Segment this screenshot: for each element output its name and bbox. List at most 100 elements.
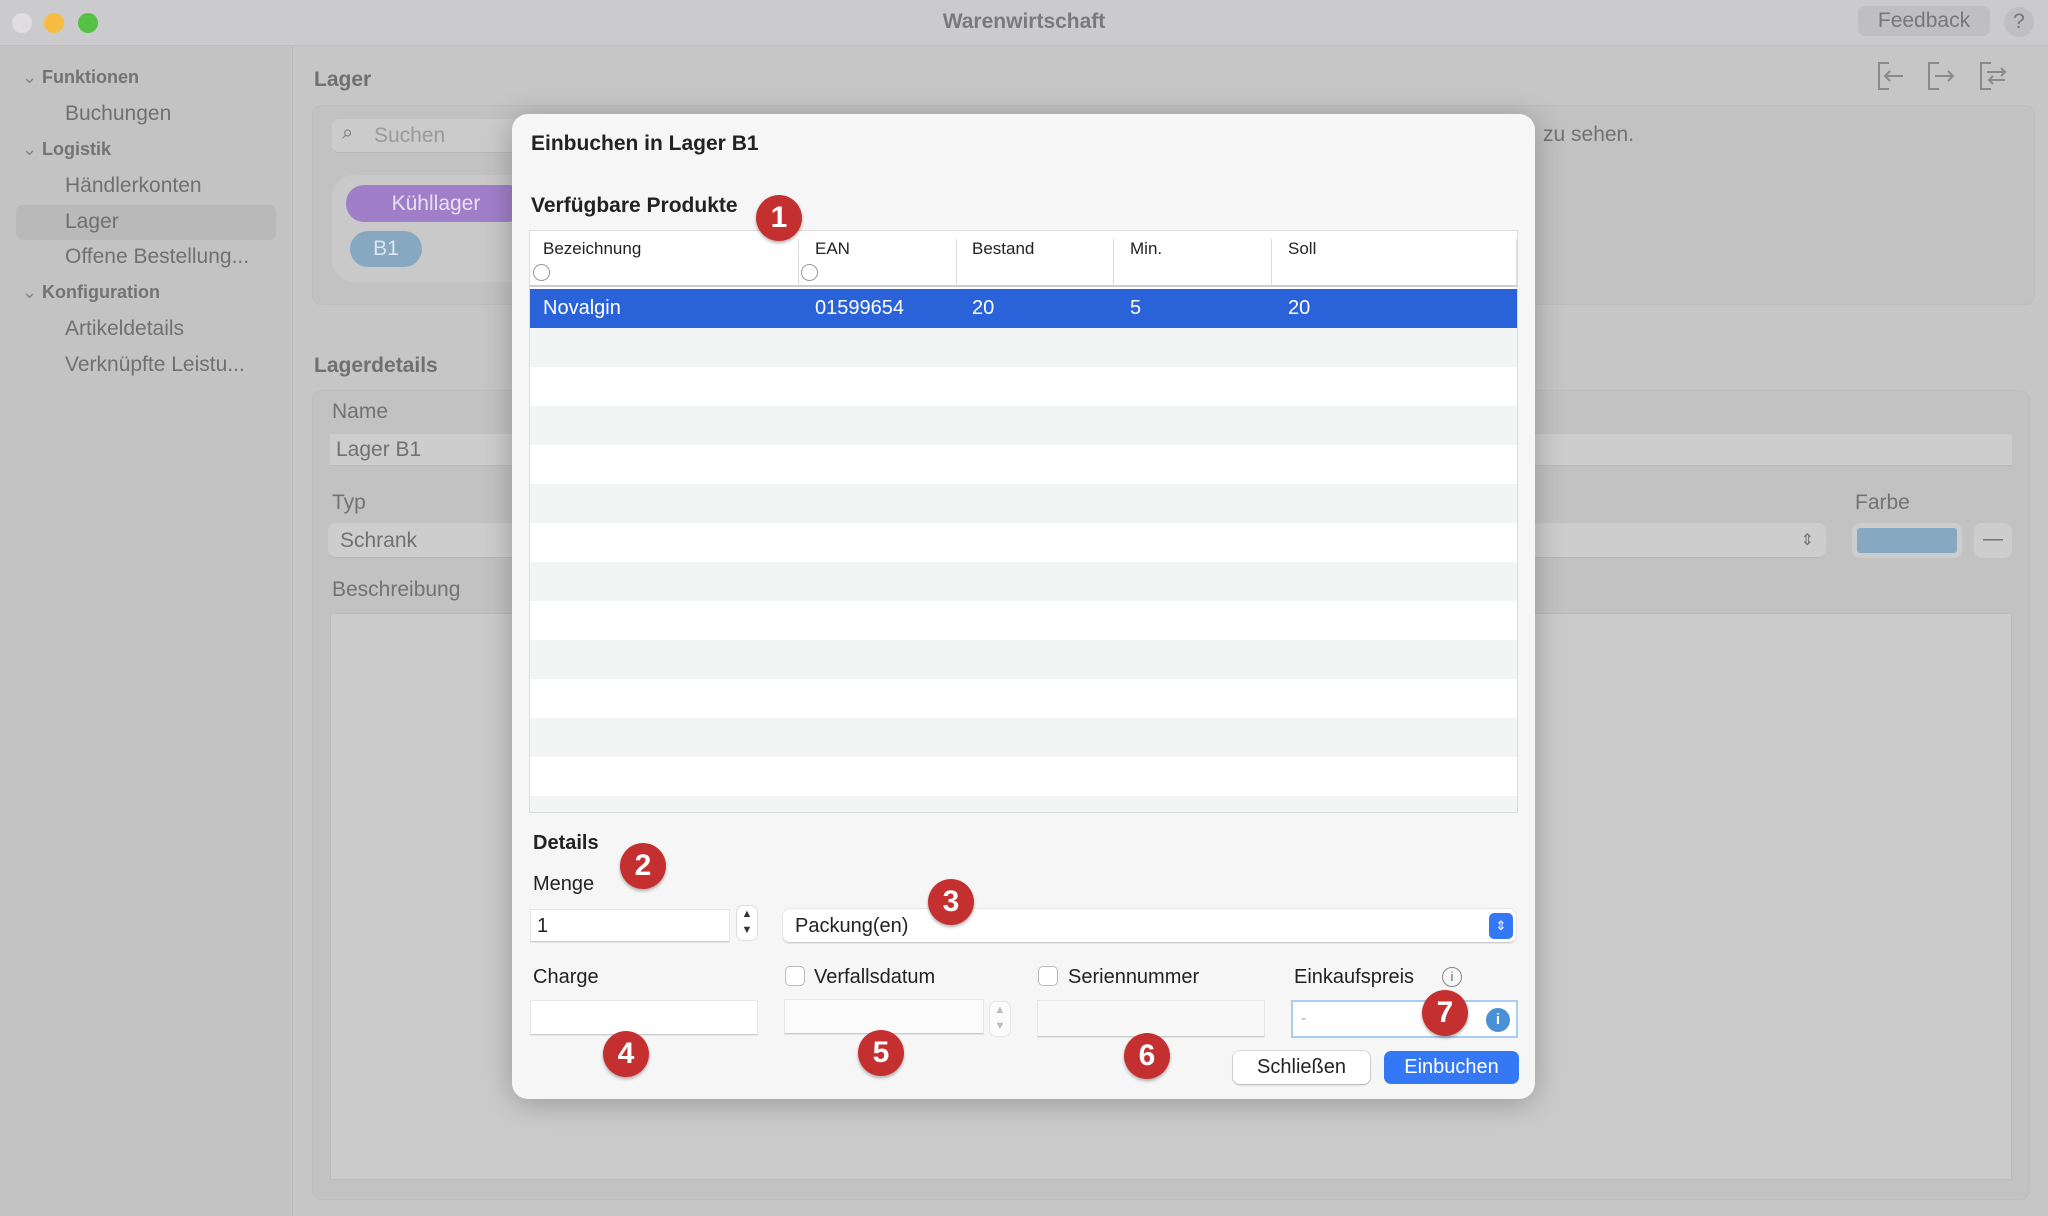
- cell-ean: 01599654: [815, 297, 904, 319]
- sidebar: ⌄ Funktionen Buchungen ⌄ Logistik Händlerk…: [0, 46, 293, 1216]
- sidebar-item-offene-bestellungen[interactable]: Offene Bestellung...: [65, 245, 249, 269]
- einbuchen-dialog: Einbuchen in Lager B1 Verfügbare Produkt…: [512, 114, 1535, 1099]
- submit-button[interactable]: Einbuchen: [1384, 1051, 1519, 1084]
- color-well[interactable]: [1852, 523, 1962, 558]
- table-row-empty: [530, 406, 1517, 445]
- storage-pill-b1[interactable]: B1: [350, 231, 422, 267]
- quantity-input[interactable]: 1: [531, 910, 729, 942]
- annotation-badge-7: 7: [1422, 990, 1468, 1036]
- help-button[interactable]: ?: [2004, 7, 2034, 37]
- chevron-down-icon: ⌄: [22, 67, 38, 87]
- annotation-badge-5: 5: [858, 1030, 904, 1076]
- expiry-date-stepper: ▲ ▼: [990, 1002, 1010, 1036]
- info-icon[interactable]: i: [1442, 967, 1462, 987]
- sidebar-section-logistik[interactable]: ⌄ Logistik: [22, 139, 111, 160]
- search-placeholder: Suchen: [374, 124, 446, 147]
- chevron-down-icon: ⌄: [22, 139, 38, 159]
- annotation-badge-2: 2: [620, 843, 666, 889]
- annotation-badge-3: 3: [928, 879, 974, 925]
- details-title: Lagerdetails: [314, 354, 438, 377]
- export-icon[interactable]: [1928, 62, 1955, 90]
- unit-select[interactable]: Packung(en) ⇕: [783, 909, 1516, 943]
- unit-value: Packung(en): [795, 915, 909, 937]
- table-row-empty: [530, 757, 1517, 796]
- import-icon[interactable]: [1878, 62, 1903, 90]
- column-header-ean[interactable]: EAN: [815, 239, 850, 259]
- close-button[interactable]: Schließen: [1233, 1051, 1370, 1084]
- column-header-min[interactable]: Min.: [1130, 239, 1162, 259]
- table-row-empty: [530, 562, 1517, 601]
- column-header-bestand[interactable]: Bestand: [972, 239, 1034, 259]
- table-row-empty: [530, 523, 1517, 562]
- cell-min: 5: [1130, 297, 1142, 319]
- sidebar-item-artikeldetails[interactable]: Artikeldetails: [65, 317, 184, 341]
- sidebar-section-funktionen[interactable]: ⌄ Funktionen: [22, 67, 139, 88]
- toolbar-icons: [1878, 62, 2007, 90]
- cell-bezeichnung: Novalgin: [543, 297, 621, 319]
- column-divider: [1271, 239, 1272, 285]
- section-label: Funktionen: [42, 67, 139, 87]
- column-header-soll[interactable]: Soll: [1288, 239, 1316, 259]
- group-pill-kuehllager[interactable]: Kühllager: [346, 185, 526, 222]
- table-row-empty: [530, 445, 1517, 484]
- expiry-date-input: [785, 1000, 983, 1034]
- type-label: Typ: [332, 491, 366, 514]
- color-label: Farbe: [1855, 491, 1910, 514]
- serial-input: [1038, 1001, 1264, 1037]
- table-row-empty: [530, 367, 1517, 406]
- serial-label: Seriennummer: [1068, 966, 1200, 988]
- quantity-stepper[interactable]: ▲ ▼: [737, 906, 757, 940]
- details-heading: Details: [533, 832, 599, 854]
- chevron-updown-icon: ⇕: [1800, 532, 1814, 549]
- column-divider: [798, 239, 799, 285]
- dialog-title: Einbuchen in Lager B1: [531, 132, 759, 155]
- chevron-down-icon: ⌄: [22, 282, 38, 302]
- batch-label: Charge: [533, 966, 599, 988]
- expiry-label: Verfallsdatum: [814, 966, 936, 988]
- quantity-label: Menge: [533, 873, 595, 895]
- main-title: Lager: [314, 68, 372, 91]
- price-placeholder: -: [1301, 1010, 1307, 1027]
- batch-input[interactable]: [531, 1001, 757, 1035]
- annotation-badge-4: 4: [603, 1031, 649, 1077]
- products-title: Verfügbare Produkte: [531, 194, 738, 217]
- annotation-badge-1: 1: [756, 195, 802, 241]
- filter-radio-ean[interactable]: [801, 264, 818, 281]
- hint-text: zu sehen.: [1543, 123, 1635, 146]
- products-table: Bezeichnung EAN Bestand Min. Soll Novalg…: [529, 230, 1518, 813]
- table-row-empty: [530, 601, 1517, 640]
- table-row-empty: [530, 640, 1517, 679]
- column-divider: [956, 239, 957, 285]
- table-row-empty: [530, 718, 1517, 757]
- price-input[interactable]: - i: [1291, 1000, 1518, 1038]
- table-row-empty: [530, 679, 1517, 718]
- column-divider: [1516, 239, 1517, 285]
- search-input[interactable]: ⌕ Suchen: [332, 119, 532, 153]
- sidebar-item-haendlerkonten[interactable]: Händlerkonten: [65, 174, 202, 198]
- filter-radio-bezeichnung[interactable]: [533, 264, 550, 281]
- table-body: Novalgin 01599654 20 5 20: [530, 289, 1517, 812]
- table-row-empty: [530, 328, 1517, 367]
- chevron-updown-icon: ⇕: [1489, 913, 1513, 939]
- name-label: Name: [332, 400, 389, 423]
- cell-soll: 20: [1288, 297, 1311, 319]
- table-row-selected[interactable]: Novalgin 01599654 20 5 20: [530, 289, 1517, 328]
- table-row-empty: [530, 796, 1517, 812]
- table-header: Bezeichnung EAN Bestand Min. Soll: [530, 231, 1517, 287]
- sidebar-item-verknuepfte-leistungen[interactable]: Verknüpfte Leistu...: [65, 353, 245, 377]
- column-divider: [1113, 239, 1114, 285]
- column-header-bezeichnung[interactable]: Bezeichnung: [543, 239, 641, 259]
- expiry-checkbox[interactable]: [785, 966, 805, 986]
- sidebar-section-konfiguration[interactable]: ⌄ Konfiguration: [22, 282, 160, 303]
- sidebar-item-lager[interactable]: Lager: [65, 210, 119, 234]
- feedback-button[interactable]: Feedback: [1858, 6, 1990, 36]
- window-title: Warenwirtschaft: [942, 10, 1106, 33]
- color-swatch: [1857, 528, 1957, 553]
- transfer-icon[interactable]: [1980, 62, 2007, 90]
- remove-button[interactable]: —: [1974, 523, 2012, 558]
- info-icon[interactable]: i: [1486, 1008, 1510, 1032]
- serial-checkbox[interactable]: [1038, 966, 1058, 986]
- sidebar-selection-highlight: [16, 205, 276, 240]
- sidebar-item-buchungen[interactable]: Buchungen: [65, 102, 171, 126]
- type-value: Schrank: [340, 529, 418, 552]
